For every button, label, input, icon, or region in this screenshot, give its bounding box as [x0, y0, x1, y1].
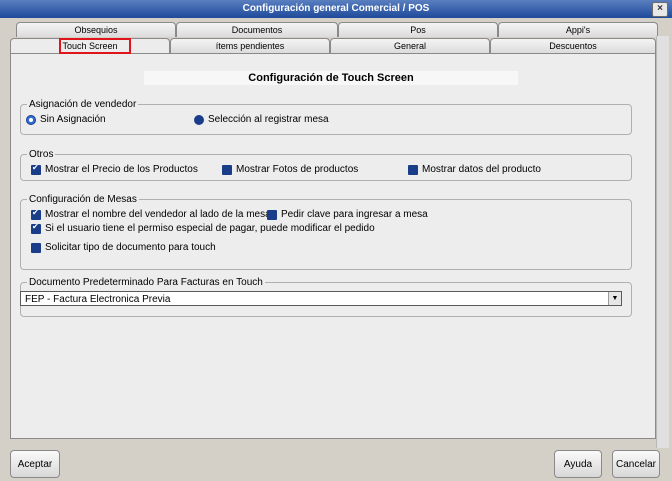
tab-descuentos[interactable]: Descuentos: [490, 38, 656, 53]
documento-select-value: FEP - Factura Electronica Previa: [25, 294, 171, 305]
radio-seleccion-registrar-mesa[interactable]: [194, 115, 204, 125]
checkbox-label: Solicitar tipo de documento para touch: [45, 242, 216, 253]
tab-general[interactable]: General: [330, 38, 490, 53]
tab-label: General: [393, 41, 427, 51]
radio-label: Sin Asignación: [40, 114, 106, 125]
mesas-legend: Configuración de Mesas: [29, 194, 137, 205]
checkbox-label: Mostrar el Precio de los Productos: [45, 164, 198, 175]
page-title: Configuración de Touch Screen: [144, 71, 518, 85]
vendedor-legend: Asignación de vendedor: [29, 99, 137, 110]
tab-documentos[interactable]: Documentos: [176, 22, 338, 37]
radio-label: Selección al registrar mesa: [208, 114, 329, 125]
close-button[interactable]: ×: [652, 2, 668, 17]
help-button[interactable]: Ayuda: [554, 450, 602, 478]
checkbox-permiso-modificar[interactable]: [31, 222, 41, 234]
tab-label: Documentos: [231, 25, 283, 35]
checkbox-mostrar-fotos[interactable]: [222, 165, 232, 175]
window-titlebar: Configuración general Comercial / POS ×: [0, 0, 672, 18]
checkbox-mostrar-precio[interactable]: [31, 163, 41, 175]
radio-sin-asignacion[interactable]: [26, 115, 36, 125]
checkbox-label: Mostrar Fotos de productos: [236, 164, 359, 175]
cancel-button[interactable]: Cancelar: [612, 450, 660, 478]
window-title: Configuración general Comercial / POS: [242, 3, 430, 14]
checkbox-label: Mostrar datos del producto: [422, 164, 541, 175]
tab-label: Obsequios: [74, 25, 118, 35]
tab-pos[interactable]: Pos: [338, 22, 498, 37]
tab-label: Appi's: [565, 25, 591, 35]
checkbox-label: Mostrar el nombre del vendedor al lado d…: [45, 209, 274, 220]
accept-button[interactable]: Aceptar: [10, 450, 60, 478]
otros-legend: Otros: [29, 149, 54, 160]
tab-obsequios[interactable]: Obsequios: [16, 22, 176, 37]
chevron-down-icon[interactable]: ▼: [608, 292, 621, 305]
tab-appis[interactable]: Appi's: [498, 22, 658, 37]
checkbox-mostrar-datos[interactable]: [408, 165, 418, 175]
checkbox-solicitar-tipo-documento[interactable]: [31, 243, 41, 253]
documento-select[interactable]: FEP - Factura Electronica Previa ▼: [20, 291, 622, 306]
active-tab-highlight: [59, 38, 131, 54]
tab-label: ítems pendientes: [215, 41, 285, 51]
close-icon: ×: [657, 3, 663, 14]
documento-legend: Documento Predeterminado Para Facturas e…: [29, 277, 263, 288]
checkbox-mostrar-nombre-vendedor[interactable]: [31, 208, 41, 220]
tab-label: Pos: [410, 25, 426, 35]
tab-label: Descuentos: [549, 41, 597, 51]
tab-items-pendientes[interactable]: ítems pendientes: [170, 38, 330, 53]
vertical-scrollbar[interactable]: [656, 36, 669, 448]
checkbox-label: Pedir clave para ingresar a mesa: [281, 209, 428, 220]
checkbox-label: Si el usuario tiene el permiso especial …: [45, 223, 375, 234]
checkbox-pedir-clave[interactable]: [267, 210, 277, 220]
